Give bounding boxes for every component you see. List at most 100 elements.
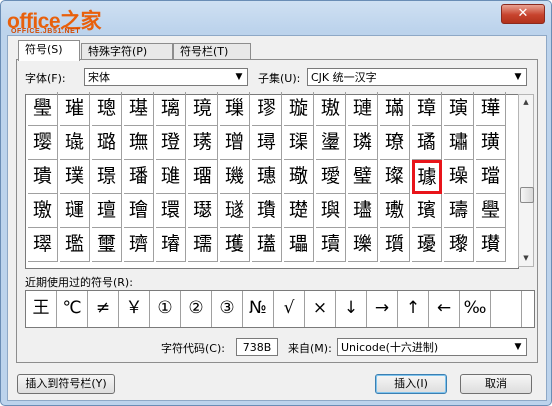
character-cell[interactable]: 璂 bbox=[124, 92, 154, 126]
character-cell[interactable]: 璭 bbox=[60, 194, 90, 228]
character-cell[interactable]: 璣 bbox=[220, 160, 250, 194]
character-cell[interactable]: 璹 bbox=[444, 194, 474, 228]
close-button[interactable]: ✕ bbox=[501, 4, 545, 24]
character-cell[interactable]: 璓 bbox=[188, 126, 218, 160]
character-cell[interactable]: 璸 bbox=[412, 194, 442, 228]
character-cell[interactable]: 璀 bbox=[60, 92, 90, 126]
character-cell[interactable]: 璆 bbox=[252, 92, 282, 126]
character-cell[interactable]: 璶 bbox=[348, 194, 378, 228]
character-cell[interactable]: 璻 bbox=[28, 228, 58, 262]
character-cell[interactable]: 璽 bbox=[92, 228, 122, 262]
character-cell[interactable]: 璫 bbox=[476, 160, 506, 194]
character-cell[interactable]: 璅 bbox=[220, 92, 250, 126]
character-cell[interactable]: 璟 bbox=[92, 160, 122, 194]
character-cell[interactable]: 璝 bbox=[28, 160, 58, 194]
character-cell[interactable]: 璍 bbox=[476, 92, 506, 126]
character-cell[interactable]: 璺 bbox=[28, 92, 58, 126]
character-cell[interactable]: 瓆 bbox=[380, 228, 410, 262]
character-cell[interactable]: 瓇 bbox=[412, 228, 442, 262]
recent-symbol-cell[interactable]: ↑ bbox=[398, 291, 429, 327]
recent-symbol-cell[interactable] bbox=[522, 291, 551, 327]
recent-symbol-cell[interactable]: № bbox=[243, 291, 274, 327]
character-cell[interactable]: 璇 bbox=[284, 92, 314, 126]
character-cell[interactable]: 璱 bbox=[188, 194, 218, 228]
character-cell[interactable]: 璬 bbox=[28, 194, 58, 228]
character-cell[interactable]: 璗 bbox=[316, 126, 346, 160]
character-cell[interactable]: 璲 bbox=[220, 194, 250, 228]
tab-symbols[interactable]: 符号(S) bbox=[18, 40, 80, 61]
cancel-button[interactable]: 取消 bbox=[460, 374, 532, 394]
character-grid[interactable]: 璺璀璁璂璃璄璅璆璇璈璉璊璋璌璍璎璏璐璑璒璓璔璕璖璗璘璙璚璛璜璝璞璟璠璡璢璣璤璥璦… bbox=[25, 92, 519, 269]
from-select[interactable]: Unicode(十六进制) ▼ bbox=[337, 338, 527, 356]
recent-symbol-cell[interactable]: ℃ bbox=[57, 291, 88, 327]
selected-character-cell[interactable]: 璩 bbox=[412, 160, 442, 194]
character-cell[interactable]: 璄 bbox=[188, 92, 218, 126]
character-cell[interactable]: 璘 bbox=[348, 126, 378, 160]
tab-symbol-bar[interactable]: 符号栏(T) bbox=[173, 43, 251, 60]
character-cell[interactable]: 璼 bbox=[60, 228, 90, 262]
grid-scrollbar[interactable]: ▲ ▼ bbox=[518, 94, 534, 267]
character-cell[interactable]: 瓀 bbox=[188, 228, 218, 262]
recent-symbol-cell[interactable]: ‰ bbox=[460, 291, 491, 327]
character-cell[interactable]: 璋 bbox=[412, 92, 442, 126]
character-cell[interactable]: 璛 bbox=[444, 126, 474, 160]
character-cell[interactable]: 璿 bbox=[156, 228, 186, 262]
recent-symbol-cell[interactable]: ≠ bbox=[88, 291, 119, 327]
character-cell[interactable]: 瓈 bbox=[444, 228, 474, 262]
character-cell[interactable]: 璖 bbox=[284, 126, 314, 160]
character-cell[interactable]: 璵 bbox=[316, 194, 346, 228]
character-cell[interactable]: 璙 bbox=[380, 126, 410, 160]
character-cell[interactable]: 璚 bbox=[412, 126, 442, 160]
recent-symbol-cell[interactable]: ￥ bbox=[119, 291, 150, 327]
recent-symbol-cell[interactable]: ② bbox=[181, 291, 212, 327]
character-cell[interactable]: 璷 bbox=[380, 194, 410, 228]
character-cell[interactable]: 瓁 bbox=[220, 228, 250, 262]
character-cell[interactable]: 璧 bbox=[348, 160, 378, 194]
character-cell[interactable]: 璑 bbox=[124, 126, 154, 160]
character-cell[interactable]: 璮 bbox=[92, 194, 122, 228]
character-cell[interactable]: 璎 bbox=[28, 126, 58, 160]
character-cell[interactable]: 璊 bbox=[380, 92, 410, 126]
insert-button[interactable]: 插入(I) bbox=[375, 374, 447, 394]
character-cell[interactable]: 璦 bbox=[316, 160, 346, 194]
character-cell[interactable]: 璏 bbox=[60, 126, 90, 160]
scroll-up-icon[interactable]: ▲ bbox=[519, 95, 533, 110]
character-cell[interactable]: 璃 bbox=[156, 92, 186, 126]
character-cell[interactable]: 璾 bbox=[124, 228, 154, 262]
character-cell[interactable]: 璺 bbox=[476, 194, 506, 228]
character-cell[interactable]: 璢 bbox=[188, 160, 218, 194]
tab-special-characters[interactable]: 特殊字符(P) bbox=[81, 43, 173, 60]
recent-symbol-cell[interactable]: ↓ bbox=[336, 291, 367, 327]
font-select[interactable]: 宋体 ▼ bbox=[84, 68, 248, 86]
character-cell[interactable]: 瓅 bbox=[348, 228, 378, 262]
character-cell[interactable]: 璪 bbox=[444, 160, 474, 194]
character-cell[interactable]: 璞 bbox=[60, 160, 90, 194]
character-cell[interactable]: 瓉 bbox=[476, 228, 506, 262]
character-cell[interactable]: 璕 bbox=[252, 126, 282, 160]
character-cell[interactable]: 璡 bbox=[156, 160, 186, 194]
character-cell[interactable]: 璜 bbox=[476, 126, 506, 160]
character-cell[interactable]: 瓂 bbox=[252, 228, 282, 262]
recent-symbol-cell[interactable]: ← bbox=[429, 291, 460, 327]
character-cell[interactable]: 璠 bbox=[124, 160, 154, 194]
recent-symbol-cell[interactable]: → bbox=[367, 291, 398, 327]
recent-symbol-cell[interactable]: ③ bbox=[212, 291, 243, 327]
scroll-down-icon[interactable]: ▼ bbox=[519, 251, 533, 266]
character-cell[interactable]: 璨 bbox=[380, 160, 410, 194]
subset-select[interactable]: CJK 统一汉字 ▼ bbox=[307, 68, 527, 86]
character-cell[interactable]: 環 bbox=[156, 194, 186, 228]
character-cell[interactable]: 瓄 bbox=[316, 228, 346, 262]
character-cell[interactable]: 璌 bbox=[444, 92, 474, 126]
character-cell[interactable]: 璳 bbox=[252, 194, 282, 228]
recent-symbol-cell[interactable]: 王 bbox=[26, 291, 57, 327]
character-cell[interactable]: 璐 bbox=[92, 126, 122, 160]
character-cell[interactable]: 璈 bbox=[316, 92, 346, 126]
recent-symbol-cell[interactable]: × bbox=[305, 291, 336, 327]
recent-symbol-cell[interactable]: ① bbox=[150, 291, 181, 327]
insert-to-symbol-bar-button[interactable]: 插入到符号栏(Y) bbox=[17, 374, 115, 394]
char-code-input[interactable]: 738B bbox=[236, 338, 278, 356]
character-cell[interactable]: 璔 bbox=[220, 126, 250, 160]
scroll-thumb[interactable] bbox=[520, 187, 534, 203]
character-cell[interactable]: 璯 bbox=[124, 194, 154, 228]
character-cell[interactable]: 璁 bbox=[92, 92, 122, 126]
